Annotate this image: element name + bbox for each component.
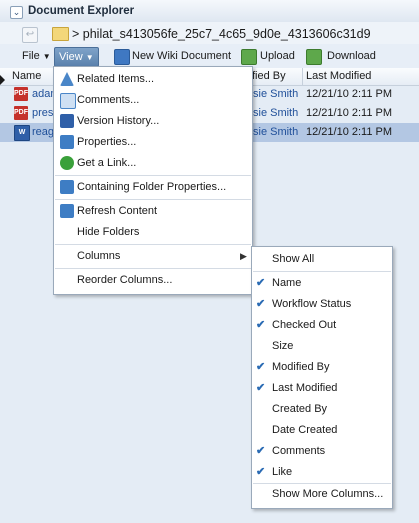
- file-name[interactable]: pres: [32, 107, 53, 119]
- menu-item-hide-folders[interactable]: Hide Folders: [77, 226, 139, 238]
- menu-divider: [55, 268, 251, 269]
- file-name[interactable]: reag: [32, 126, 54, 138]
- column-option-created-by[interactable]: Created By: [272, 403, 327, 415]
- checkmark-icon: ✔: [256, 319, 266, 331]
- view-menu: Related Items... Comments... Version His…: [53, 66, 253, 295]
- columns-submenu: Show All ✔ Name ✔ Workflow Status ✔ Chec…: [251, 246, 393, 509]
- menu-divider: [253, 271, 391, 272]
- link-icon: [60, 156, 74, 170]
- version-history-icon: [60, 114, 74, 128]
- upload-button[interactable]: Upload: [256, 47, 299, 65]
- file-label: File: [22, 50, 40, 62]
- panel-title: Document Explorer: [28, 5, 135, 17]
- checkmark-icon: ✔: [256, 277, 266, 289]
- folder-properties-icon: [60, 180, 74, 194]
- collapse-chevron-icon[interactable]: ⌄: [10, 6, 23, 19]
- chevron-down-icon: ▼: [42, 52, 51, 61]
- view-label: View: [59, 51, 83, 63]
- checkmark-icon: ✔: [256, 361, 266, 373]
- menu-divider: [253, 483, 391, 484]
- comments-icon: [60, 93, 76, 109]
- pdf-icon: PDF: [14, 106, 28, 120]
- chevron-down-icon: ▼: [85, 53, 94, 62]
- folder-icon: [52, 27, 69, 41]
- menu-item-related-items[interactable]: Related Items...: [77, 73, 154, 85]
- checkmark-icon: ✔: [256, 466, 266, 478]
- file-menu-button[interactable]: File ▼: [18, 47, 55, 65]
- last-modified: 12/21/10 2:11 PM: [306, 126, 393, 138]
- column-option-modified-by[interactable]: Modified By: [272, 361, 329, 373]
- download-icon: [306, 49, 322, 65]
- new-wiki-document-button[interactable]: New Wiki Document: [128, 47, 235, 65]
- menu-item-refresh-content[interactable]: Refresh Content: [77, 205, 157, 217]
- refresh-icon: [60, 204, 74, 218]
- view-menu-button[interactable]: View ▼: [54, 47, 99, 67]
- download-button[interactable]: Download: [323, 47, 380, 65]
- menu-item-show-more-columns[interactable]: Show More Columns...: [272, 488, 383, 500]
- menu-divider: [55, 199, 251, 200]
- checkmark-icon: ✔: [256, 382, 266, 394]
- properties-icon: [60, 135, 74, 149]
- menu-item-properties[interactable]: Properties...: [77, 136, 136, 148]
- modified-by: sie Smith: [253, 107, 299, 119]
- column-option-date-created[interactable]: Date Created: [272, 424, 337, 436]
- column-option-like[interactable]: Like: [272, 466, 292, 478]
- menu-item-containing-folder-properties[interactable]: Containing Folder Properties...: [77, 181, 226, 193]
- column-option-name[interactable]: Name: [272, 277, 301, 289]
- column-option-last-modified[interactable]: Last Modified: [272, 382, 337, 394]
- last-modified: 12/21/10 2:11 PM: [306, 107, 393, 119]
- menu-divider: [55, 244, 251, 245]
- menu-item-get-link[interactable]: Get a Link...: [77, 157, 136, 169]
- column-header-name[interactable]: Name: [12, 70, 41, 82]
- column-option-workflow-status[interactable]: Workflow Status: [272, 298, 351, 310]
- checkmark-icon: ✔: [256, 298, 266, 310]
- modified-by: sie Smith: [253, 126, 299, 138]
- related-items-icon: [60, 72, 74, 86]
- column-header-modified-by[interactable]: fied By: [252, 70, 286, 82]
- menu-divider: [55, 175, 251, 176]
- menu-item-reorder-columns[interactable]: Reorder Columns...: [77, 274, 172, 286]
- checkmark-icon: ✔: [256, 445, 266, 457]
- column-option-comments[interactable]: Comments: [272, 445, 325, 457]
- breadcrumb-path[interactable]: > philat_s413056fe_25c7_4c65_9d0e_431360…: [72, 27, 371, 41]
- upload-icon: [241, 49, 257, 65]
- pdf-icon: PDF: [14, 87, 28, 101]
- submenu-arrow-icon: ▶: [240, 251, 247, 261]
- column-option-checked-out[interactable]: Checked Out: [272, 319, 336, 331]
- column-option-size[interactable]: Size: [272, 340, 293, 352]
- word-icon: W: [14, 125, 30, 141]
- last-modified: 12/21/10 2:11 PM: [306, 88, 393, 100]
- column-separator[interactable]: [302, 68, 303, 85]
- menu-item-show-all[interactable]: Show All: [272, 253, 314, 265]
- menu-item-comments[interactable]: Comments...: [77, 94, 139, 106]
- column-header-last-modified[interactable]: Last Modified: [306, 70, 371, 82]
- menu-item-columns[interactable]: Columns: [77, 250, 120, 262]
- menu-item-version-history[interactable]: Version History...: [77, 115, 159, 127]
- modified-by: sie Smith: [253, 88, 299, 100]
- back-icon[interactable]: ↩: [22, 27, 38, 43]
